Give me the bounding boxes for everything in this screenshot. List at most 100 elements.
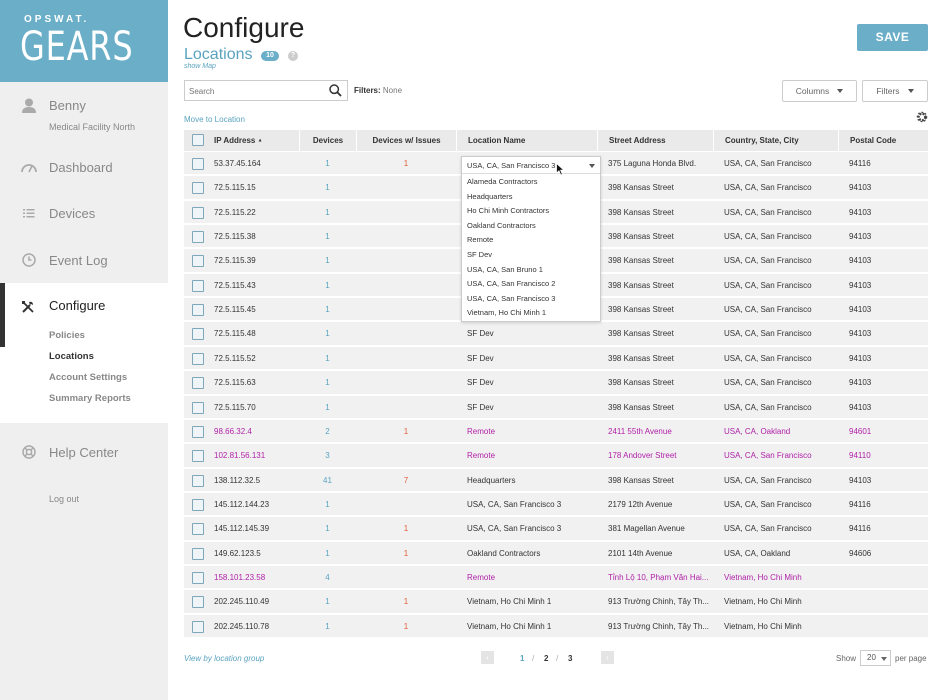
nav-event-log[interactable]: Event Log bbox=[0, 237, 168, 283]
cell-devices[interactable]: 1 bbox=[299, 201, 356, 225]
cell-location[interactable]: Headquarters bbox=[467, 469, 597, 493]
cell-location[interactable]: Vietnam, Ho Chi Minh 1 bbox=[467, 615, 597, 639]
cell-location[interactable]: Remote bbox=[467, 566, 597, 590]
table-row[interactable]: 149.62.123.5 1 1 Oakland Contractors 2101 14… bbox=[184, 541, 928, 566]
search-icon[interactable] bbox=[329, 84, 342, 102]
row-checkbox[interactable] bbox=[192, 206, 204, 219]
next-page-button[interactable]: › bbox=[601, 651, 614, 664]
table-row[interactable]: 102.81.56.131 3 Remote 178 Andover Street US… bbox=[184, 444, 928, 469]
cell-location[interactable]: USA, CA, San Francisco 3 bbox=[467, 517, 597, 541]
cell-issues[interactable]: 1 bbox=[356, 420, 456, 444]
table-row[interactable]: 202.245.110.49 1 1 Vietnam, Ho Chi Minh 1 91… bbox=[184, 590, 928, 615]
row-checkbox[interactable] bbox=[192, 231, 204, 244]
cell-issues[interactable]: 7 bbox=[356, 469, 456, 493]
row-checkbox[interactable] bbox=[192, 377, 204, 390]
location-option[interactable]: Remote bbox=[467, 235, 493, 244]
subnav-policies[interactable]: Policies bbox=[49, 330, 85, 341]
move-to-location-link[interactable]: Move to Location bbox=[184, 115, 245, 124]
show-map-link[interactable]: show Map bbox=[184, 63, 216, 70]
cell-devices[interactable]: 2 bbox=[299, 420, 356, 444]
table-row[interactable]: 72.5.115.52 1 SF Dev 398 Kansas Street USA, … bbox=[184, 346, 928, 372]
row-checkbox[interactable] bbox=[192, 425, 204, 438]
cell-devices[interactable]: 1 bbox=[299, 371, 356, 395]
help-icon[interactable]: ? bbox=[288, 51, 298, 61]
cell-issues[interactable]: 1 bbox=[356, 517, 456, 541]
location-select-current[interactable]: USA, CA, San Francisco 3 bbox=[462, 157, 600, 174]
cell-devices[interactable]: 1 bbox=[299, 176, 356, 200]
subnav-summary-reports[interactable]: Summary Reports bbox=[49, 393, 131, 404]
row-checkbox[interactable] bbox=[192, 401, 204, 414]
location-select-dropdown[interactable]: USA, CA, San Francisco 3 Alameda Contrac… bbox=[461, 156, 601, 322]
columns-dropdown[interactable]: Columns bbox=[782, 80, 857, 102]
location-option[interactable]: USA, CA, San Francisco 3 bbox=[467, 294, 555, 303]
cell-location[interactable]: SF Dev bbox=[467, 322, 597, 346]
user-profile[interactable]: Benny Medical Facility North bbox=[0, 82, 168, 144]
row-checkbox[interactable] bbox=[192, 547, 204, 560]
page-2-button[interactable]: 2 bbox=[544, 654, 548, 663]
opswat-gears-logo[interactable]: OPSWAT. GEARS bbox=[0, 0, 168, 82]
column-header-issues[interactable]: Devices w/ Issues bbox=[356, 130, 456, 151]
column-header-street[interactable]: Street Address bbox=[597, 130, 713, 151]
row-checkbox[interactable] bbox=[192, 352, 204, 365]
row-checkbox[interactable] bbox=[192, 182, 204, 195]
table-row[interactable]: 72.5.115.63 1 SF Dev 398 Kansas Street USA, … bbox=[184, 371, 928, 396]
location-option[interactable]: Oakland Contractors bbox=[467, 221, 536, 230]
cell-devices[interactable]: 1 bbox=[299, 517, 356, 541]
cell-devices[interactable]: 1 bbox=[299, 347, 356, 371]
cell-devices[interactable]: 4 bbox=[299, 566, 356, 590]
nav-devices[interactable]: Devices bbox=[0, 190, 168, 236]
cell-location[interactable]: SF Dev bbox=[467, 347, 597, 371]
column-header-postal[interactable]: Postal Code bbox=[838, 130, 928, 151]
cell-issues[interactable]: 1 bbox=[356, 542, 456, 566]
table-row[interactable]: 202.245.110.78 1 1 Vietnam, Ho Chi Minh 1 91… bbox=[184, 614, 928, 640]
cell-issues[interactable]: 1 bbox=[356, 152, 456, 176]
table-row[interactable]: 98.66.32.4 2 1 Remote 2411 55th Avenue USA, C… bbox=[184, 419, 928, 445]
row-checkbox[interactable] bbox=[192, 158, 204, 170]
cell-devices[interactable]: 1 bbox=[299, 322, 356, 346]
cell-location[interactable]: Remote bbox=[467, 420, 597, 444]
location-option[interactable]: USA, CA, San Bruno 1 bbox=[467, 265, 543, 274]
nav-dashboard[interactable]: Dashboard bbox=[0, 144, 168, 190]
column-header-ip[interactable]: IP Address ▲ bbox=[206, 130, 299, 151]
cell-devices[interactable]: 1 bbox=[299, 152, 356, 176]
nav-configure[interactable]: Configure bbox=[0, 283, 168, 329]
table-row[interactable]: 158.101.23.58 4 Remote Tỉnh Lộ 10, Phạm Văn… bbox=[184, 565, 928, 591]
select-all-checkbox[interactable] bbox=[192, 134, 204, 146]
column-header-region[interactable]: Country, State, City bbox=[713, 130, 838, 151]
row-checkbox[interactable] bbox=[192, 523, 204, 536]
cell-devices[interactable]: 3 bbox=[299, 444, 356, 468]
table-row[interactable]: 145.112.144.23 1 USA, CA, San Francisco 3 2… bbox=[184, 492, 928, 518]
location-option[interactable]: Vietnam, Ho Chi Minh 1 bbox=[467, 308, 546, 317]
nav-help-center[interactable]: Help Center bbox=[0, 429, 168, 475]
row-checkbox[interactable] bbox=[192, 450, 204, 463]
row-checkbox[interactable] bbox=[192, 255, 204, 268]
prev-page-button[interactable]: ‹ bbox=[481, 651, 494, 664]
subnav-locations[interactable]: Locations bbox=[49, 351, 94, 362]
cell-devices[interactable]: 1 bbox=[299, 590, 356, 614]
cell-location[interactable]: Remote bbox=[467, 444, 597, 468]
location-option[interactable]: Ho Chi Minh Contractors bbox=[467, 206, 549, 215]
per-page-select[interactable]: 20 bbox=[860, 650, 891, 666]
row-checkbox[interactable] bbox=[192, 304, 204, 317]
table-row[interactable]: 138.112.32.5 41 7 Headquarters 398 Kansas St… bbox=[184, 468, 928, 493]
column-header-devices[interactable]: Devices bbox=[299, 130, 356, 151]
cell-devices[interactable]: 1 bbox=[299, 615, 356, 639]
cell-devices[interactable]: 1 bbox=[299, 493, 356, 517]
logout-link[interactable]: Log out bbox=[49, 494, 79, 504]
cell-location[interactable]: USA, CA, San Francisco 3 bbox=[467, 493, 597, 517]
cell-location[interactable]: Vietnam, Ho Chi Minh 1 bbox=[467, 590, 597, 614]
location-option[interactable]: SF Dev bbox=[467, 250, 492, 259]
page-3-button[interactable]: 3 bbox=[568, 654, 572, 663]
cell-devices[interactable]: 1 bbox=[299, 249, 356, 273]
cell-devices[interactable]: 41 bbox=[299, 469, 356, 493]
gear-icon[interactable] bbox=[916, 111, 928, 126]
row-checkbox[interactable] bbox=[192, 498, 204, 511]
cell-devices[interactable]: 1 bbox=[299, 542, 356, 566]
cell-devices[interactable]: 1 bbox=[299, 298, 356, 322]
cell-devices[interactable]: 1 bbox=[299, 396, 356, 420]
filters-dropdown[interactable]: Filters bbox=[862, 80, 928, 102]
cell-location[interactable]: SF Dev bbox=[467, 371, 597, 395]
location-option[interactable]: USA, CA, San Francisco 2 bbox=[467, 279, 555, 288]
column-header-location[interactable]: Location Name bbox=[456, 130, 597, 151]
row-checkbox[interactable] bbox=[192, 474, 204, 487]
